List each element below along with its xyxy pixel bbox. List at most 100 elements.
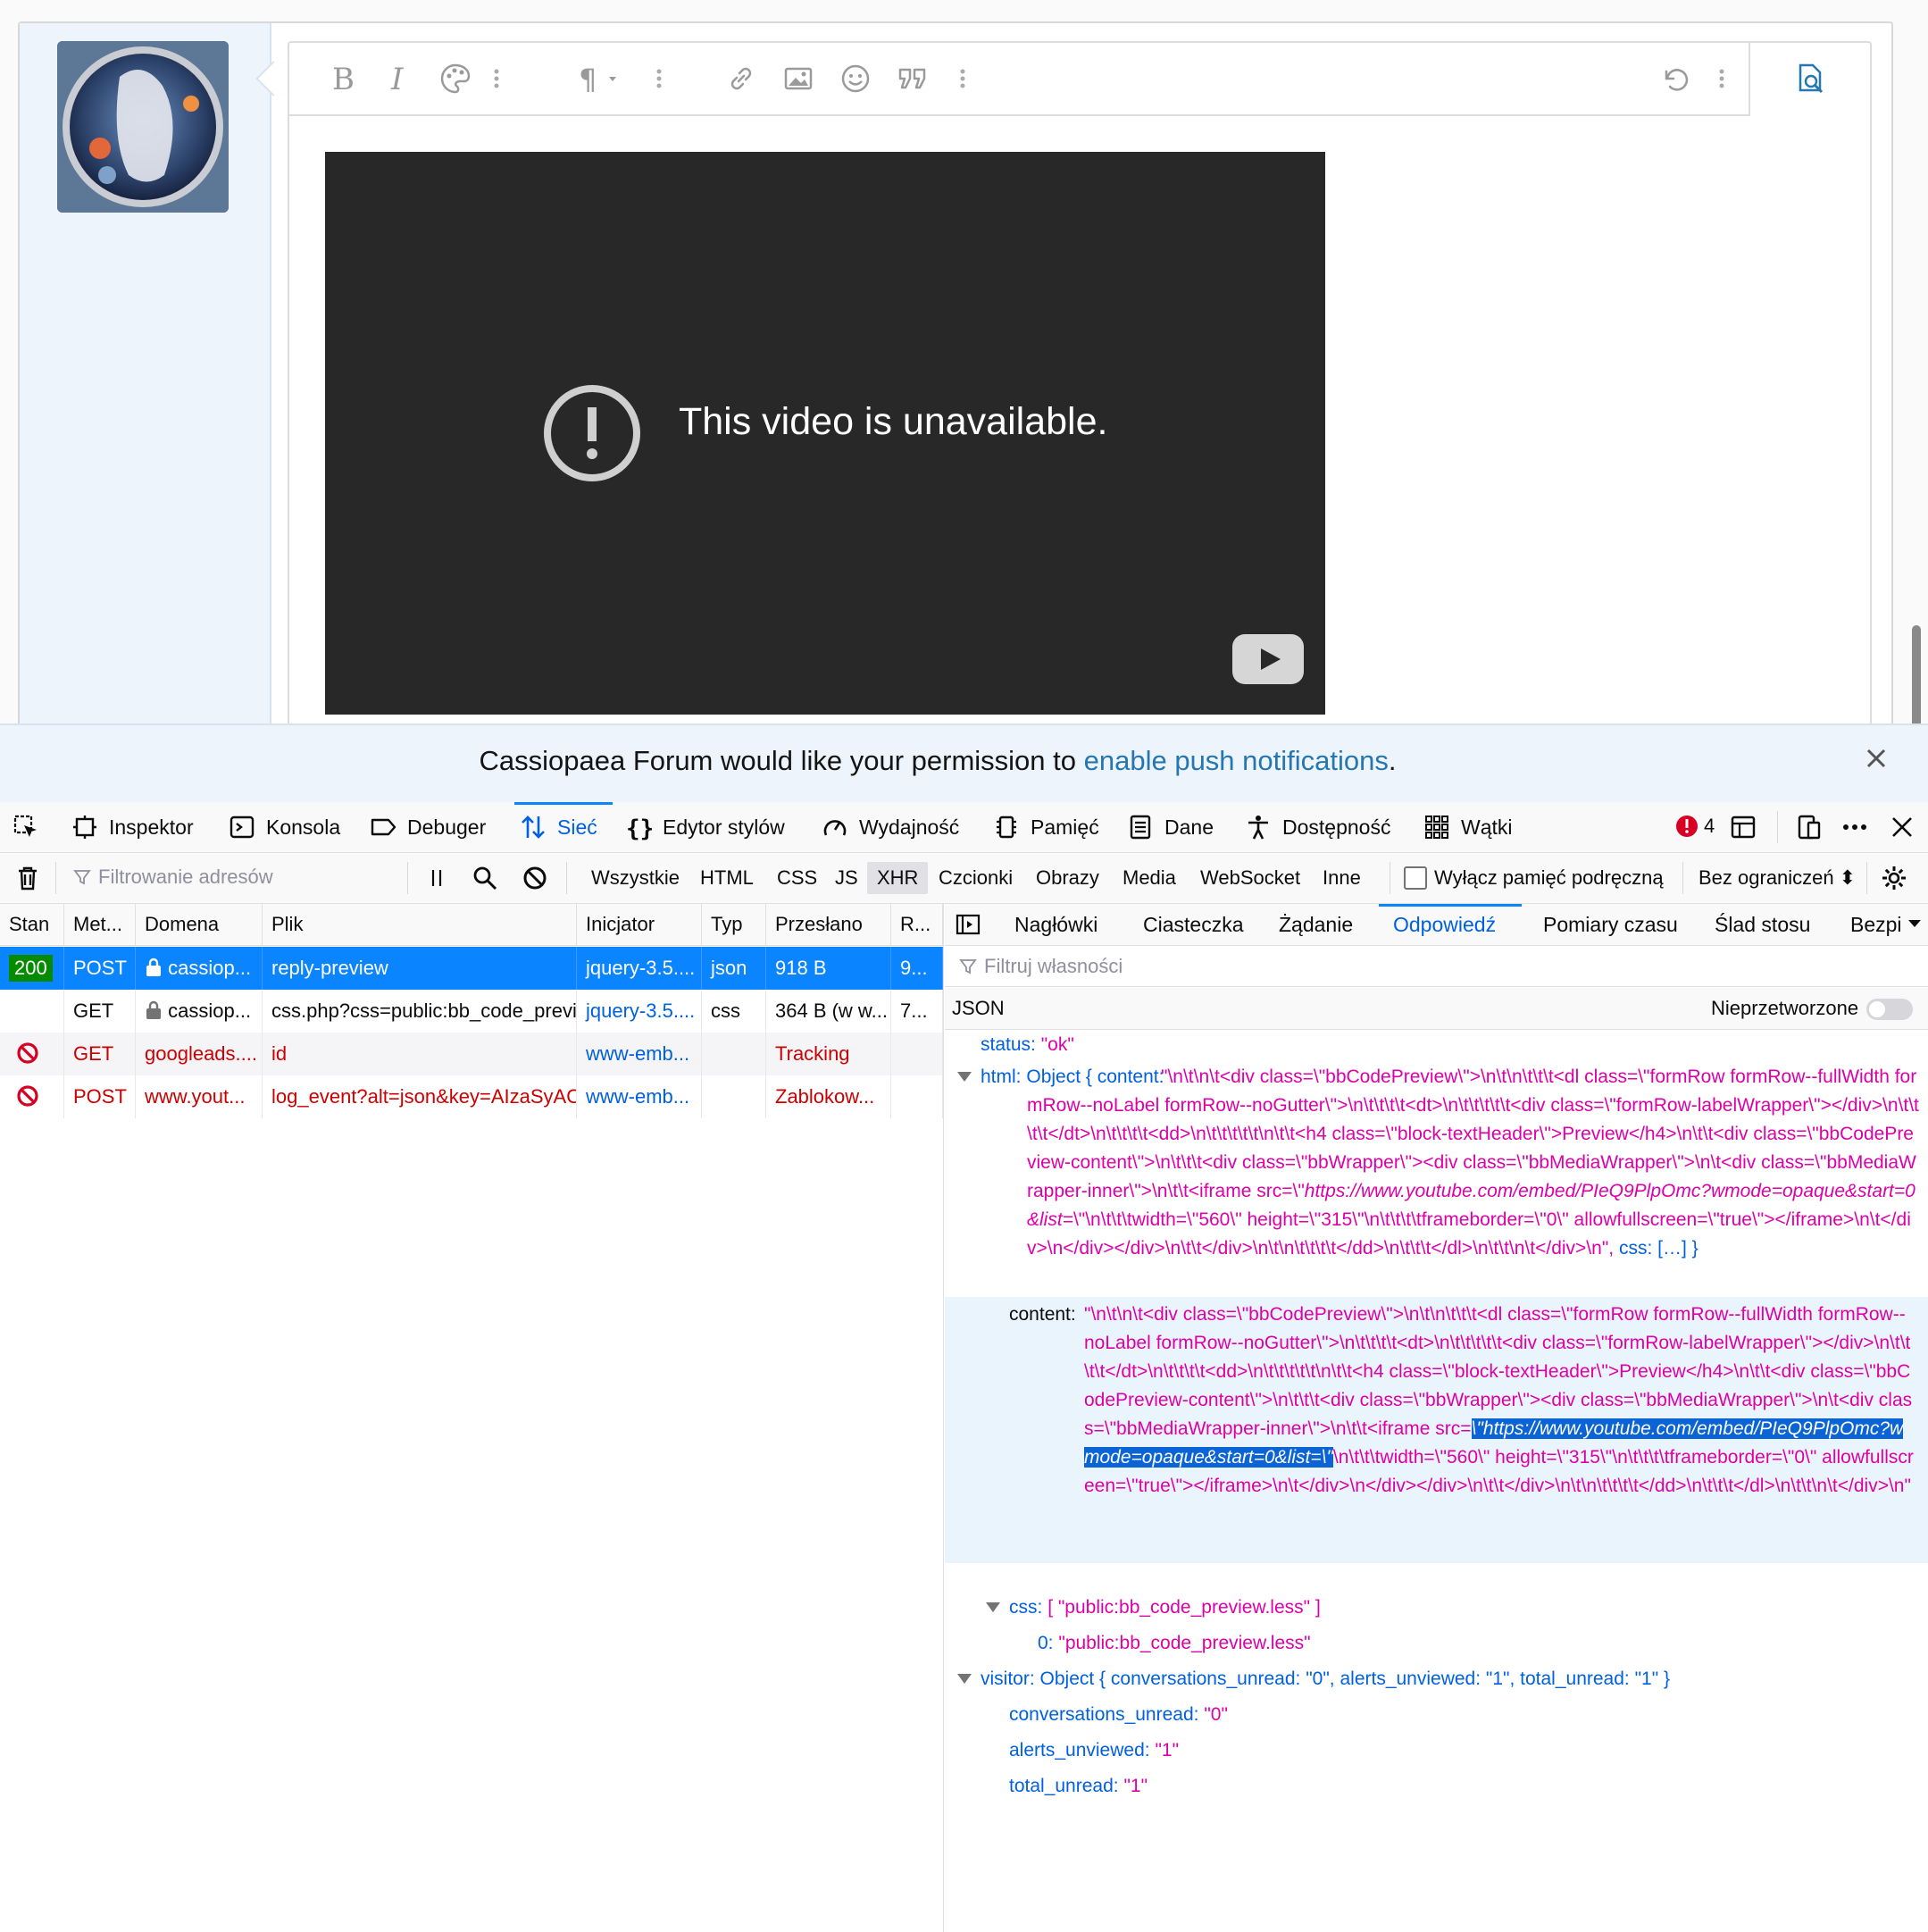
- tab-storage[interactable]: Dane: [1127, 802, 1214, 852]
- toggle-split-console-icon[interactable]: [1730, 814, 1757, 841]
- tab-performance[interactable]: Wydajność: [822, 802, 959, 852]
- raw-toggle-switch[interactable]: [1866, 999, 1913, 1020]
- table-row[interactable]: GET googleads.... id www-emb... Tracking: [0, 1033, 943, 1075]
- italic-icon[interactable]: I: [382, 61, 418, 96]
- json-row-content[interactable]: content: "\n\t\n\t<div class=\"bbCodePre…: [945, 1297, 1928, 1563]
- paragraph-format-icon[interactable]: ¶: [577, 61, 630, 96]
- close-icon[interactable]: [1863, 745, 1890, 772]
- avatar[interactable]: [57, 41, 229, 213]
- tab-label: Inspektor: [109, 815, 194, 839]
- json-row-status[interactable]: status: "ok": [981, 1031, 1074, 1059]
- link-icon[interactable]: [723, 61, 759, 96]
- lock-icon: [146, 1000, 161, 1019]
- toggle-sidebar-icon[interactable]: [956, 912, 981, 937]
- filter-xhr[interactable]: XHR: [867, 862, 929, 894]
- enable-push-link[interactable]: enable push notifications: [1084, 745, 1389, 776]
- initiator-cell[interactable]: www-emb...: [577, 1075, 702, 1118]
- initiator-cell[interactable]: jquery-3.5....: [577, 947, 702, 990]
- more-options-icon[interactable]: [1841, 814, 1868, 841]
- filter-all[interactable]: Wszystkie: [581, 853, 689, 903]
- filter-js[interactable]: JS: [825, 853, 868, 903]
- column-initiator[interactable]: Inicjator: [577, 904, 702, 945]
- tab-label: Dane: [1164, 815, 1214, 839]
- element-picker-icon[interactable]: [13, 802, 39, 852]
- column-size[interactable]: R...: [891, 904, 943, 945]
- bold-icon[interactable]: B: [325, 61, 361, 96]
- filter-media[interactable]: Media: [1113, 853, 1186, 903]
- tab-memory[interactable]: Pamięć: [993, 802, 1099, 852]
- json-row-alerts-unviewed[interactable]: alerts_unviewed: "1": [1009, 1736, 1179, 1765]
- json-row-visitor[interactable]: visitor: Object { conversations_unread: …: [981, 1665, 1670, 1694]
- json-row-conversations-unread[interactable]: conversations_unread: "0": [1009, 1701, 1228, 1729]
- column-file[interactable]: Plik: [263, 904, 577, 945]
- preview-toggle-icon[interactable]: [1792, 61, 1828, 96]
- tab-request[interactable]: Żądanie: [1279, 904, 1353, 945]
- chevron-down-icon[interactable]: [1907, 918, 1922, 931]
- responsive-design-icon[interactable]: [1796, 814, 1823, 841]
- divider: [1866, 862, 1867, 894]
- more-options-icon[interactable]: [954, 61, 972, 96]
- palette-icon[interactable]: [438, 61, 473, 96]
- column-type[interactable]: Typ: [702, 904, 766, 945]
- throttling-select[interactable]: Bez ograniczeń ⬍: [1698, 866, 1856, 890]
- close-icon[interactable]: [1889, 814, 1915, 841]
- tab-label: Dostępność: [1282, 815, 1391, 839]
- tab-debugger[interactable]: Debuger: [370, 802, 486, 852]
- more-options-icon[interactable]: [488, 61, 505, 96]
- initiator-cell[interactable]: www-emb...: [577, 1033, 702, 1075]
- more-options-icon[interactable]: [650, 61, 668, 96]
- column-transferred[interactable]: Przesłano: [766, 904, 891, 945]
- expand-arrow-icon[interactable]: [957, 1674, 972, 1684]
- tab-threads[interactable]: Wątki: [1423, 802, 1513, 852]
- tab-cookies[interactable]: Ciasteczka: [1143, 904, 1243, 945]
- more-options-icon[interactable]: [1713, 61, 1731, 96]
- tab-headers[interactable]: Nagłówki: [1014, 904, 1098, 945]
- json-row-css-0[interactable]: 0: "public:bb_code_preview.less": [1038, 1629, 1311, 1658]
- filter-images[interactable]: Obrazy: [1026, 853, 1109, 903]
- checkbox-box[interactable]: [1404, 866, 1427, 890]
- expand-arrow-icon[interactable]: [986, 1602, 1000, 1612]
- tab-style-editor[interactable]: {} Edytor stylów: [625, 802, 785, 852]
- search-icon[interactable]: [472, 865, 498, 891]
- tab-network[interactable]: Sieć: [520, 802, 597, 852]
- json-row-css[interactable]: css: [ "public:bb_code_preview.less" ]: [1009, 1593, 1321, 1622]
- blocked-icon: [17, 1042, 38, 1064]
- column-method[interactable]: Met...: [64, 904, 136, 945]
- filter-other[interactable]: Inne: [1313, 853, 1371, 903]
- tab-response[interactable]: Odpowiedź: [1393, 904, 1496, 945]
- tab-timings[interactable]: Pomiary czasu: [1543, 904, 1678, 945]
- transferred-cell: 364 B (w w...: [766, 990, 891, 1033]
- trash-icon[interactable]: [14, 865, 41, 891]
- transferred-cell: 918 B: [766, 947, 891, 990]
- image-icon[interactable]: [780, 61, 816, 96]
- youtube-logo-icon[interactable]: [1232, 634, 1304, 684]
- expand-arrow-icon[interactable]: [957, 1072, 972, 1082]
- url-filter-input[interactable]: Filtrowanie adresów: [73, 866, 273, 889]
- tab-security[interactable]: Bezpi: [1850, 904, 1902, 945]
- initiator-cell[interactable]: jquery-3.5....: [577, 990, 702, 1033]
- table-row[interactable]: 200 POST cassiop... reply-preview jquery…: [0, 947, 943, 990]
- gear-icon[interactable]: [1881, 865, 1907, 891]
- tab-console[interactable]: Konsola: [229, 802, 340, 852]
- error-count-badge[interactable]: 4: [1675, 815, 1715, 838]
- tab-inspector[interactable]: Inspektor: [71, 802, 194, 852]
- block-requests-icon[interactable]: [522, 865, 548, 891]
- filter-html[interactable]: HTML: [690, 853, 764, 903]
- column-domain[interactable]: Domena: [136, 904, 263, 945]
- property-filter-input[interactable]: Filtruj własności: [945, 946, 1928, 987]
- embedded-video-player[interactable]: This video is unavailable.: [325, 152, 1325, 715]
- disable-cache-checkbox[interactable]: Wyłącz pamięć podręczną: [1404, 866, 1664, 890]
- table-row[interactable]: POST www.yout... log_event?alt=json&key=…: [0, 1075, 943, 1118]
- column-status[interactable]: Stan: [0, 904, 64, 945]
- filter-css[interactable]: CSS: [767, 853, 827, 903]
- pause-icon[interactable]: [423, 865, 450, 891]
- undo-icon[interactable]: [1657, 61, 1693, 96]
- smiley-icon[interactable]: [838, 61, 873, 96]
- filter-fonts[interactable]: Czcionki: [929, 853, 1022, 903]
- filter-websocket[interactable]: WebSocket: [1190, 853, 1310, 903]
- table-row[interactable]: GET cassiop... css.php?css=public:bb_cod…: [0, 990, 943, 1033]
- quote-icon[interactable]: [895, 61, 931, 96]
- tab-accessibility[interactable]: Dostępność: [1245, 802, 1390, 852]
- json-row-total-unread[interactable]: total_unread: "1": [1009, 1772, 1148, 1801]
- tab-stack-trace[interactable]: Ślad stosu: [1715, 904, 1810, 945]
